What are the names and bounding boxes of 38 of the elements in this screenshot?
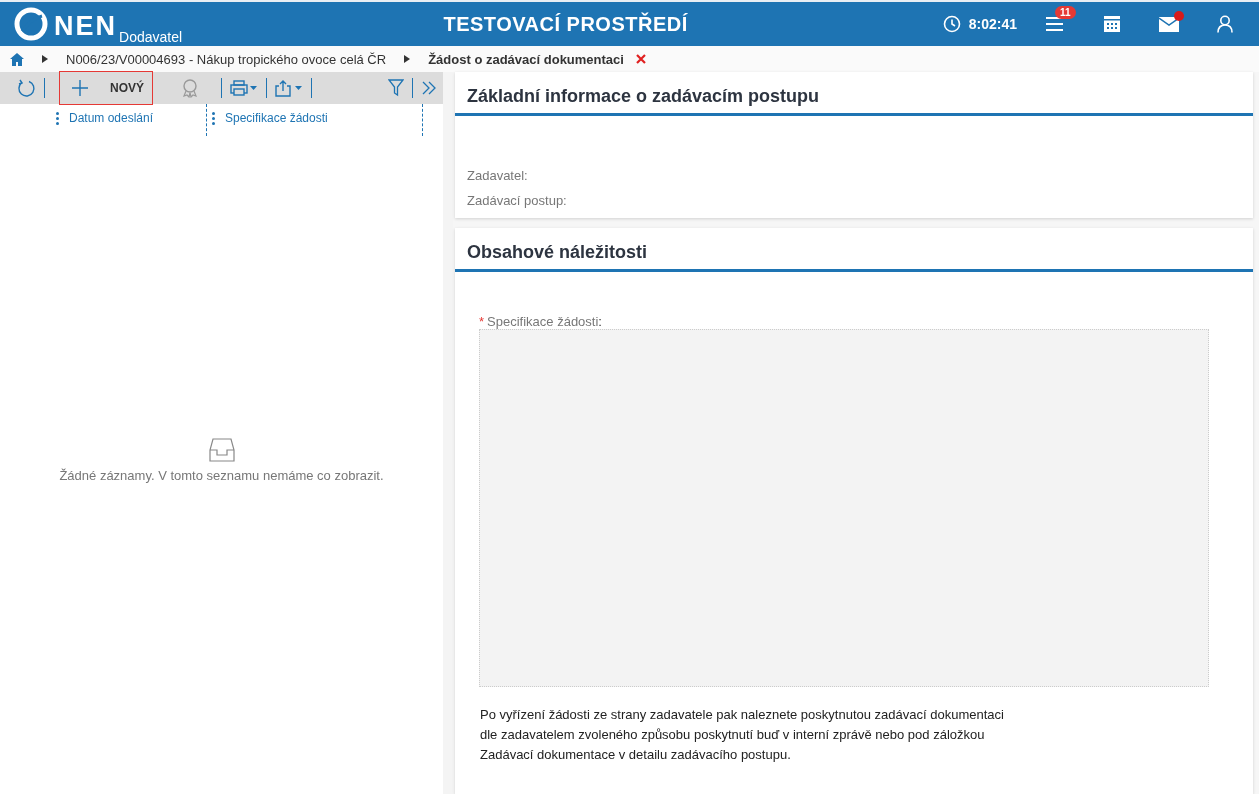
print-icon[interactable] [230, 80, 258, 96]
column-menu-icon[interactable] [56, 111, 59, 125]
empty-message: Žádné záznamy. V tomto seznamu nemáme co zobrazit. [59, 467, 384, 483]
logo-subtitle: Dodavatel [119, 29, 183, 45]
caret-icon [404, 55, 411, 63]
field-label: Zadávací postup: [467, 193, 568, 208]
filter-icon[interactable] [388, 79, 404, 97]
inbox-icon [208, 437, 235, 462]
column-header[interactable]: Specifikace žádosti [225, 111, 328, 125]
column-header[interactable]: Datum odeslání [69, 111, 154, 125]
column-menu-icon[interactable] [212, 111, 215, 125]
user-icon[interactable] [1217, 15, 1233, 33]
caret-icon [42, 55, 48, 63]
breadcrumb-link[interactable]: Žádost o zadávací dokumentaci [428, 51, 624, 67]
expand-icon[interactable] [421, 81, 437, 95]
info-paragraph: Po vyřízení žádosti ze strany zadavatele pak naleznete poskytnutou zadávací dokumentaci dle zadavatelem zvoleného způsobu poskytnutí buď v interní zprávě nebo pod záložkou Zadávací dokumentace v detailu zadávacího postupu. [480, 706, 1005, 764]
close-icon[interactable] [635, 54, 646, 64]
breadcrumb-link[interactable]: N006/23/V00004693 - Nákup tropického ovoce celá ČR [66, 51, 387, 67]
section-title: Obsahové náležitosti [455, 228, 1253, 272]
refresh-icon[interactable] [16, 78, 36, 98]
new-button[interactable]: NOVÝ [59, 71, 153, 105]
logo-text: NEN [54, 11, 117, 41]
clock-icon [942, 15, 961, 33]
logo-icon [14, 7, 48, 41]
mail-icon[interactable] [1159, 16, 1179, 32]
required-mark: * [479, 314, 485, 329]
menu-icon[interactable] [1045, 16, 1065, 32]
clock-time: 8:02:41 [968, 16, 1017, 32]
field-label: Zadavatel: [467, 168, 529, 183]
environment-title: TESTOVACÍ PROSTŘEDÍ [443, 12, 689, 36]
plus-icon [72, 80, 88, 96]
home-icon[interactable] [10, 52, 24, 66]
specification-field[interactable] [479, 329, 1209, 687]
label-colon: : [598, 314, 602, 329]
notification-count: 11 [1055, 6, 1076, 19]
calendar-icon[interactable] [1103, 15, 1121, 33]
section-title: Základní informace o zadávacím postupu [455, 72, 1253, 116]
export-icon[interactable] [275, 79, 303, 97]
